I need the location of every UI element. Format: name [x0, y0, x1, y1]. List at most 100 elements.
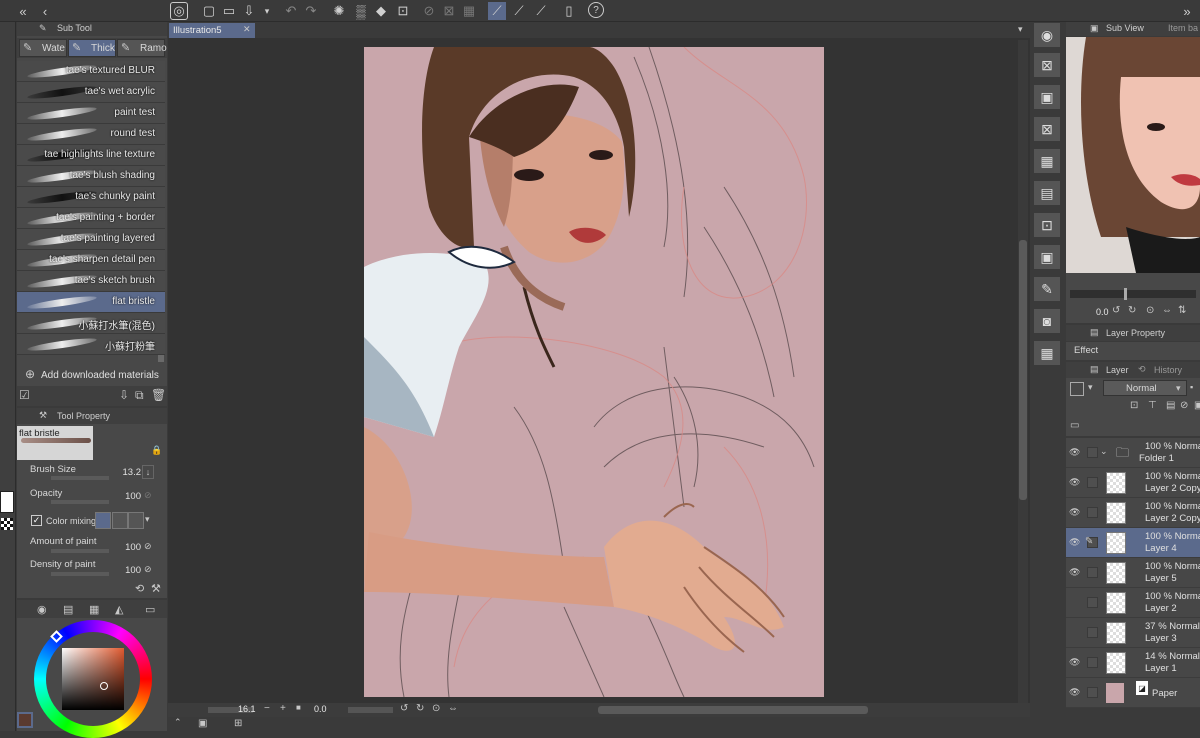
layer-panel-menu-icon[interactable]: ▭	[1070, 420, 1079, 431]
reset-icon[interactable]: ⊙	[1146, 305, 1154, 316]
grid-snap-icon[interactable]: ⟋	[532, 2, 550, 20]
close-icon[interactable]: ✕	[243, 24, 251, 35]
brush-size-slider[interactable]	[51, 476, 109, 480]
brush-item[interactable]: 小蘇打粉筆	[17, 334, 165, 355]
add-materials-row[interactable]: ⊕ Add downloaded materials	[17, 366, 165, 384]
main-color-swatch[interactable]	[0, 491, 14, 513]
duplicate-icon[interactable]: ⧉	[135, 388, 144, 403]
tab-watercolor[interactable]: ✎ Wate	[19, 39, 67, 57]
amount-of-paint-slider[interactable]	[51, 549, 109, 553]
navigator-up-icon[interactable]: ⌃	[174, 717, 182, 728]
open-folder-icon[interactable]: ▭	[220, 2, 238, 20]
eye-hidden-icon[interactable]	[1069, 627, 1081, 637]
brush-item[interactable]: tae's blush shading	[17, 166, 165, 187]
brush-item[interactable]: tae's chunky paint	[17, 187, 165, 208]
reset-icon[interactable]: ⟲	[135, 582, 144, 595]
layer-lock-box[interactable]	[1087, 447, 1098, 458]
brush-item[interactable]: tae's wet acrylic	[17, 82, 165, 103]
reference-layer-icon[interactable]: ▤	[1166, 400, 1175, 411]
rotate-right-icon[interactable]: ↻	[1128, 305, 1136, 316]
flip-icon[interactable]: ⇔	[448, 703, 458, 714]
brush-item[interactable]: tae's painting + border	[17, 208, 165, 229]
chevron-down-icon[interactable]: ⌄	[1100, 446, 1108, 457]
flip-icon[interactable]: ⇔	[1162, 305, 1172, 316]
layer-row[interactable]: 37 % Normal Layer 3	[1066, 618, 1200, 648]
selection-icon[interactable]: ▦	[460, 2, 478, 20]
eye-icon[interactable]: 👁	[1069, 537, 1081, 547]
reset-rotation-icon[interactable]: ⊙	[432, 703, 440, 714]
special-ruler-snap-icon[interactable]: ⟋	[510, 2, 528, 20]
slider-thumb[interactable]	[1124, 288, 1127, 300]
subview-zoom-slider[interactable]	[1070, 288, 1196, 300]
help-icon[interactable]: ?	[588, 2, 604, 18]
invert-selection-icon[interactable]: ⊠	[440, 2, 458, 20]
layer-color-box[interactable]	[1070, 382, 1084, 396]
brush-item[interactable]: 小蘇打水筆(混色)	[17, 313, 165, 334]
chevron-down-icon[interactable]: ▾	[1088, 382, 1093, 393]
chevron-down-icon[interactable]: ▾	[1018, 24, 1023, 35]
rotate-left-icon[interactable]: ↺	[1112, 305, 1120, 316]
layer-lock-box[interactable]	[1087, 597, 1098, 608]
layer-row[interactable]: 👁 ✎ 100 % Norma Layer 4	[1066, 528, 1200, 558]
brush-item[interactable]: tae's sketch brush	[17, 271, 165, 292]
clip-layer-icon[interactable]: ⊤	[1148, 400, 1157, 411]
deselect-icon[interactable]: ⊘	[420, 2, 438, 20]
redo-icon[interactable]: ↷	[302, 2, 320, 20]
material-pattern-icon[interactable]: ▦	[1033, 148, 1061, 174]
horizontal-scrollbar-thumb[interactable]	[598, 706, 868, 714]
material-grid-icon[interactable]: ▦	[1033, 340, 1061, 366]
current-main-color[interactable]	[17, 712, 33, 728]
wrench-icon[interactable]: ⚒	[151, 582, 161, 595]
material-camera-icon[interactable]: ◙	[1033, 308, 1061, 334]
layer-row[interactable]: 👁 14 % Normal Layer 1	[1066, 648, 1200, 678]
clip-studio-icon[interactable]: ◎	[170, 2, 188, 20]
density-of-paint-value[interactable]: 100	[125, 565, 141, 576]
rotate-left-icon[interactable]: ↺	[400, 703, 408, 714]
lock-icon[interactable]: 🔒	[151, 445, 162, 456]
layer-row[interactable]: 👁 100 % Norma Layer 2 Copy	[1066, 498, 1200, 528]
chevron-left-icon[interactable]: ‹	[36, 2, 54, 20]
fit-icon[interactable]: ■	[296, 703, 301, 712]
amount-link-icon[interactable]: ⊘	[144, 541, 152, 552]
mask-icon[interactable]: ▣	[1194, 400, 1200, 411]
transparent-color-swatch[interactable]	[1, 518, 13, 530]
color-marker[interactable]	[100, 682, 108, 690]
density-of-paint-slider[interactable]	[51, 572, 109, 576]
fill-icon[interactable]: ◆	[372, 2, 390, 20]
eye-hidden-icon[interactable]	[1069, 597, 1081, 607]
settings-check-icon[interactable]: ☑	[19, 388, 30, 402]
eye-icon[interactable]: 👁	[1069, 507, 1081, 517]
canvas-vertical-scrollbar[interactable]	[1018, 40, 1028, 710]
navigator-icon[interactable]: ◉	[1033, 22, 1061, 48]
panel-menu-icon[interactable]: ▭	[145, 603, 155, 616]
layer-options-icon[interactable]: ▪	[1190, 382, 1193, 392]
collapse-right-icon[interactable]: »	[1178, 2, 1196, 20]
tab-layer[interactable]: Layer	[1106, 365, 1129, 375]
transform-icon[interactable]: ⊡	[394, 2, 412, 20]
save-icon[interactable]: ⇩	[240, 2, 258, 20]
layer-lock-box[interactable]	[1087, 627, 1098, 638]
opacity-value[interactable]: 100	[125, 491, 141, 502]
rotate-slider[interactable]	[348, 707, 393, 713]
tab-subview[interactable]: Sub View	[1106, 23, 1144, 33]
tab-thick-paint[interactable]: ✎ Thick	[68, 39, 116, 57]
draft-layer-icon[interactable]: ⊘	[1180, 400, 1188, 411]
subview-zoom-value[interactable]: 0.0	[1096, 307, 1109, 317]
layer-lock-box[interactable]	[1087, 477, 1098, 488]
brush-item[interactable]: flat bristle	[17, 292, 165, 313]
saturation-value-square[interactable]	[62, 648, 124, 710]
material-gallery-icon[interactable]: ⊡	[1033, 212, 1061, 238]
download-icon[interactable]: ⇩	[119, 388, 129, 402]
zoom-in-icon[interactable]: +	[280, 703, 286, 714]
brush-item[interactable]: tae's sharpen detail pen	[17, 250, 165, 271]
tablet-icon[interactable]: ▯	[560, 2, 578, 20]
hue-ring[interactable]	[34, 620, 152, 738]
material-frames-icon[interactable]: ▣	[1033, 244, 1061, 270]
clear-icon[interactable]: ▒	[352, 2, 370, 20]
new-file-icon[interactable]: ▢	[200, 2, 218, 20]
brush-item[interactable]: paint test	[17, 103, 165, 124]
color-mixing-checkbox[interactable]: ✓	[31, 515, 42, 526]
blend-mode-select[interactable]: Normal ▾	[1103, 380, 1187, 396]
folder-layer-row[interactable]: 👁 ⌄ 🗀 100 % Normal Folder 1	[1066, 438, 1200, 468]
eye-icon[interactable]: 👁	[1069, 447, 1081, 457]
